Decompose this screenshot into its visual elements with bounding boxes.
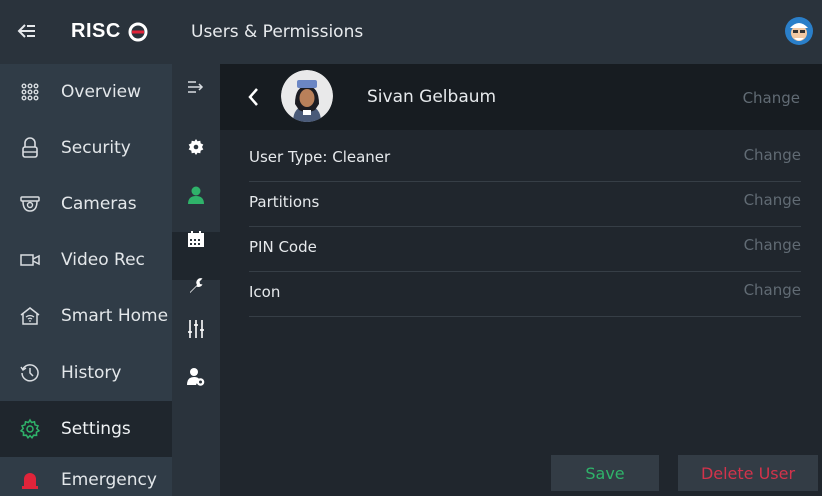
- delete-user-button[interactable]: Delete User: [678, 455, 818, 491]
- sidebar-item-overview[interactable]: Overview: [0, 64, 172, 120]
- settings-row-user-type[interactable]: User Type: Cleaner Change: [249, 136, 801, 182]
- wrench-icon[interactable]: [185, 274, 207, 296]
- change-link[interactable]: Change: [744, 191, 801, 209]
- sidebar-item-video-rec[interactable]: Video Rec: [0, 232, 172, 288]
- collapse-arrow-icon[interactable]: [185, 76, 207, 98]
- risco-logo-mark-icon: [128, 22, 148, 42]
- camera-icon: [19, 193, 41, 215]
- chevron-left-icon[interactable]: [246, 86, 260, 108]
- sidebar-item-settings[interactable]: Settings: [0, 401, 172, 457]
- settings-row-pin-code[interactable]: PIN Code Change: [249, 226, 801, 272]
- sidebar-item-cameras[interactable]: Cameras: [0, 176, 172, 232]
- settings-row-icon[interactable]: Icon Change: [249, 271, 801, 317]
- back-arrow-icon[interactable]: [14, 18, 40, 44]
- top-header: Users & Permissions: [172, 0, 822, 64]
- gear-icon: [19, 418, 41, 440]
- sidebar-item-label: Security: [61, 138, 131, 158]
- change-link[interactable]: Change: [744, 146, 801, 164]
- sliders-icon[interactable]: [185, 318, 207, 340]
- sidebar-item-label: Smart Home: [61, 306, 169, 326]
- user-settings-icon[interactable]: [185, 366, 207, 388]
- user-header: Sivan Gelbaum Change: [220, 64, 822, 130]
- page-title: Users & Permissions: [191, 22, 364, 42]
- sidebar-item-label: Emergency: [61, 470, 157, 490]
- main-sidebar: RISC Overview Security Cameras Video Rec…: [0, 0, 172, 496]
- sidebar-item-label: History: [61, 363, 122, 383]
- user-avatar: [281, 70, 333, 122]
- row-label: PIN Code: [249, 238, 317, 256]
- risco-logo: RISC: [71, 20, 121, 42]
- sidebar-item-label: Overview: [61, 82, 142, 102]
- video-camera-icon: [19, 249, 41, 271]
- sidebar-item-emergency[interactable]: Emergency: [0, 457, 172, 496]
- lock-icon: [19, 137, 41, 159]
- smart-home-icon: [19, 305, 41, 327]
- alarm-icon: [19, 468, 41, 490]
- change-avatar-link[interactable]: Change: [743, 89, 800, 107]
- sidebar-item-label: Video Rec: [61, 250, 145, 270]
- history-icon: [19, 362, 41, 384]
- sidebar-item-smart-home[interactable]: Smart Home: [0, 288, 172, 344]
- sidebar-item-history[interactable]: History: [0, 345, 172, 401]
- sidebar-header: RISC: [0, 0, 172, 64]
- calendar-icon[interactable]: [185, 228, 207, 250]
- row-label: User Type: Cleaner: [249, 148, 391, 166]
- row-label: Icon: [249, 283, 281, 301]
- grid-icon: [19, 81, 41, 103]
- user-detail-panel: Sivan Gelbaum Change User Type: Cleaner …: [220, 64, 822, 496]
- settings-subnav: [172, 64, 220, 496]
- sidebar-item-label: Settings: [61, 419, 131, 439]
- user-name: Sivan Gelbaum: [367, 87, 497, 107]
- row-label: Partitions: [249, 193, 320, 211]
- profile-avatar-icon[interactable]: [784, 16, 814, 46]
- settings-row-partitions[interactable]: Partitions Change: [249, 181, 801, 227]
- save-button[interactable]: Save: [551, 455, 659, 491]
- change-link[interactable]: Change: [744, 281, 801, 299]
- user-icon[interactable]: [185, 184, 207, 206]
- sidebar-item-security[interactable]: Security: [0, 120, 172, 176]
- sidebar-item-label: Cameras: [61, 194, 137, 214]
- settings-gear-icon[interactable]: [185, 136, 207, 158]
- change-link[interactable]: Change: [744, 236, 801, 254]
